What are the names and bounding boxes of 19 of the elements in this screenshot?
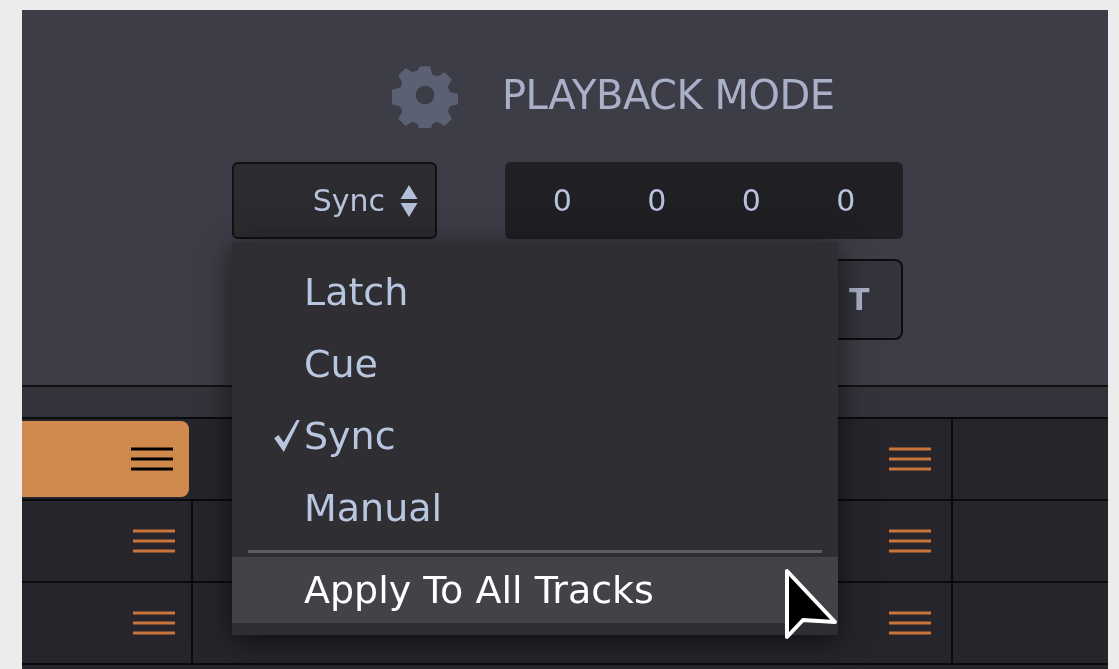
menu-icon[interactable] — [889, 529, 931, 553]
menu-item[interactable]: Latch — [232, 256, 838, 328]
menu-icon[interactable] — [889, 611, 931, 635]
mode-select[interactable]: Sync — [232, 162, 437, 239]
menu-icon[interactable] — [133, 611, 175, 635]
menu-item[interactable]: Cue — [232, 328, 838, 400]
menu-item[interactable]: Sync — [232, 400, 838, 472]
stepper-icon — [399, 183, 419, 218]
counter-digit: 0 — [836, 183, 856, 218]
selected-track-cell[interactable] — [22, 421, 189, 497]
menu-item[interactable]: Apply To All Tracks — [232, 557, 838, 623]
menu-icon[interactable] — [889, 447, 931, 471]
menu-icon[interactable] — [131, 447, 173, 471]
menu-icon[interactable] — [133, 529, 175, 553]
counter-digit: 0 — [741, 183, 761, 218]
section-title: PLAYBACK MODE — [502, 72, 835, 118]
counter-digit: 0 — [647, 183, 667, 218]
counter-digit: 0 — [552, 183, 572, 218]
menu-item[interactable]: Manual — [232, 472, 838, 544]
